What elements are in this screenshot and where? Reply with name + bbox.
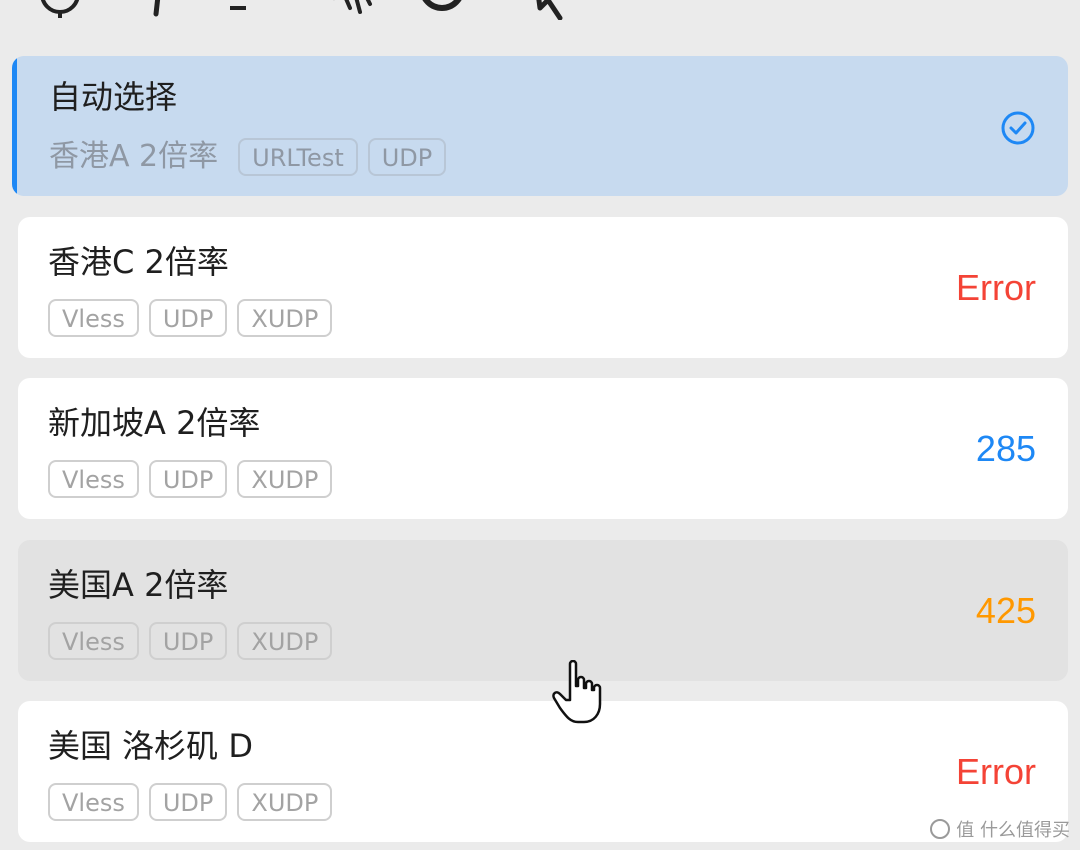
tag-badge: UDP: [148, 299, 228, 337]
node-delay[interactable]: 285: [976, 428, 1036, 470]
node-tags: Vless UDP XUDP: [48, 460, 342, 498]
location-icon[interactable]: [38, 0, 82, 22]
tag-badge: UDP: [148, 622, 228, 660]
proxy-node-item[interactable]: 美国 洛杉矶 D Vless UDP XUDP Error: [18, 701, 1068, 842]
node-tags: Vless UDP XUDP: [48, 783, 342, 821]
tag-badge: XUDP: [237, 460, 333, 498]
node-tags: Vless UDP XUDP: [48, 299, 342, 337]
speedtest-icon[interactable]: [320, 0, 376, 18]
node-delay[interactable]: 425: [976, 590, 1036, 632]
hand-cursor-icon: [552, 659, 604, 728]
node-name: 新加坡A 2倍率: [48, 404, 261, 442]
tag-badge: UDP: [367, 138, 447, 176]
proxy-node-item[interactable]: 香港C 2倍率 Vless UDP XUDP Error: [18, 217, 1068, 358]
group-current-node: 香港A 2倍率: [49, 139, 219, 174]
proxy-group-card[interactable]: 自动选择 香港A 2倍率 URLTest UDP: [12, 56, 1068, 196]
node-tags: Vless UDP XUDP: [48, 622, 342, 660]
refresh-icon[interactable]: [414, 0, 470, 18]
watermark-logo-icon: [930, 819, 951, 839]
tag-badge: XUDP: [237, 783, 333, 821]
tag-badge: XUDP: [237, 299, 333, 337]
node-name: 美国A 2倍率: [48, 566, 229, 604]
tag-badge: Vless: [48, 460, 139, 498]
tag-badge: UDP: [148, 783, 228, 821]
proxy-node-item[interactable]: 美国A 2倍率 Vless UDP XUDP 425: [18, 540, 1068, 681]
watermark-text: 值 什么值得买: [956, 820, 1070, 841]
tag-badge: Vless: [48, 622, 139, 660]
tag-badge: XUDP: [237, 622, 333, 660]
proxy-node-item[interactable]: 新加坡A 2倍率 Vless UDP XUDP 285: [18, 378, 1068, 519]
group-title: 自动选择: [49, 78, 178, 116]
node-name: 香港C 2倍率: [48, 243, 229, 281]
tag-badge: Vless: [48, 783, 139, 821]
check-circle-icon: [1000, 110, 1036, 150]
node-name: 美国 洛杉矶 D: [48, 727, 253, 765]
node-delay[interactable]: Error: [956, 751, 1036, 793]
tag-badge: Vless: [48, 299, 139, 337]
watermark: 值 什么值得买: [930, 816, 1070, 842]
group-info-row: 香港A 2倍率 URLTest UDP: [49, 138, 456, 176]
node-delay[interactable]: Error: [956, 267, 1036, 309]
tag-badge: URLTest: [238, 138, 358, 176]
pin-icon[interactable]: [146, 0, 170, 18]
tag-badge: UDP: [148, 460, 228, 498]
toolbar: [0, 0, 1080, 20]
selected-accent-bar: [12, 56, 17, 196]
pointer-icon[interactable]: [526, 0, 570, 20]
minus-icon[interactable]: [226, 0, 250, 18]
